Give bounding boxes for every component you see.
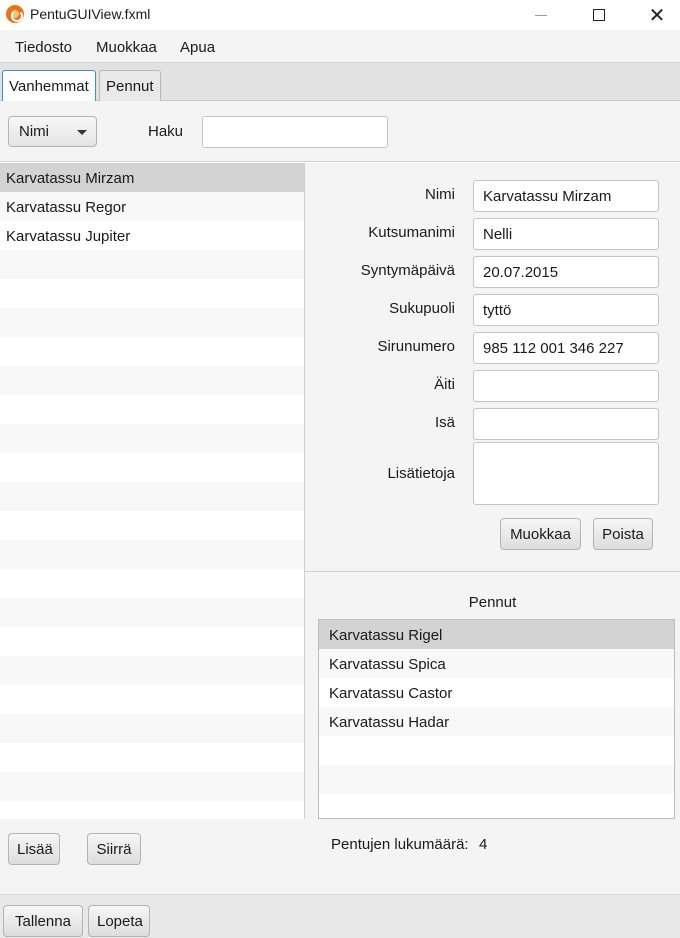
nickname-label: Kutsumanimi	[368, 224, 455, 241]
list-actions: Lisää Siirrä	[0, 819, 305, 894]
bottom-bar: Tallenna Lopeta	[0, 894, 680, 938]
menu-bar: Tiedosto Muokkaa Apua	[0, 30, 680, 63]
gender-label: Sukupuoli	[389, 300, 455, 317]
empty-row	[0, 598, 304, 627]
empty-row	[0, 772, 304, 801]
notes-field[interactable]	[473, 442, 659, 505]
empty-row	[0, 569, 304, 598]
empty-row	[0, 453, 304, 482]
search-field-value: Nimi	[19, 123, 49, 140]
tab-bar: Vanhemmat Pennut	[0, 63, 680, 102]
menu-apua[interactable]: Apua	[180, 39, 215, 56]
chip-number-label: Sirunumero	[377, 338, 455, 355]
list-item[interactable]: Karvatassu Hadar	[319, 707, 674, 736]
list-item[interactable]: Karvatassu Castor	[319, 678, 674, 707]
maximize-icon	[593, 9, 605, 21]
name-label: Nimi	[425, 186, 455, 203]
quit-button[interactable]: Lopeta	[88, 905, 150, 937]
puppies-panel: Pennut Karvatassu Rigel Karvatassu Spica…	[305, 572, 680, 894]
nickname-field[interactable]	[473, 218, 659, 250]
list-item[interactable]: Karvatassu Jupiter	[0, 221, 304, 250]
list-item[interactable]: Karvatassu Spica	[319, 649, 674, 678]
window-title: PentuGUIView.fxml	[30, 6, 151, 22]
empty-row	[0, 714, 304, 743]
puppy-count-value: 4	[479, 836, 488, 853]
empty-row	[0, 627, 304, 656]
name-field[interactable]	[473, 180, 659, 212]
empty-row	[319, 765, 674, 794]
mother-field[interactable]	[473, 370, 659, 402]
puppies-title: Pennut	[468, 594, 517, 611]
puppies-list[interactable]: Karvatassu Rigel Karvatassu Spica Karvat…	[318, 619, 675, 819]
empty-row	[0, 743, 304, 772]
notes-label: Lisätietoja	[387, 465, 455, 482]
detail-form: Nimi Kutsumanimi Syntymäpäivä Sukupuoli …	[305, 163, 680, 572]
empty-row	[0, 395, 304, 424]
menu-muokkaa[interactable]: Muokkaa	[96, 39, 157, 56]
empty-row	[0, 482, 304, 511]
list-item[interactable]: Karvatassu Regor	[0, 192, 304, 221]
list-item[interactable]: Karvatassu Mirzam	[0, 163, 304, 192]
father-field[interactable]	[473, 408, 659, 440]
search-label: Haku	[148, 123, 184, 140]
add-button[interactable]: Lisää	[8, 833, 60, 865]
empty-row	[0, 250, 304, 279]
chevron-down-icon	[77, 130, 87, 135]
empty-row	[0, 337, 304, 366]
parent-list[interactable]: Karvatassu Mirzam Karvatassu Regor Karva…	[0, 163, 304, 819]
close-button[interactable]: ✕	[634, 0, 680, 30]
title-bar: PentuGUIView.fxml ✕	[0, 0, 680, 30]
birthdate-field[interactable]	[473, 256, 659, 288]
move-button[interactable]: Siirrä	[87, 833, 141, 865]
empty-row	[0, 511, 304, 540]
empty-row	[319, 794, 674, 818]
empty-row	[0, 308, 304, 337]
edit-button[interactable]: Muokkaa	[500, 518, 581, 550]
minimize-button[interactable]	[518, 0, 564, 30]
minimize-icon	[535, 14, 547, 16]
empty-row	[0, 656, 304, 685]
tab-pennut[interactable]: Pennut	[99, 70, 161, 101]
chip-number-field[interactable]	[473, 332, 659, 364]
search-field-select[interactable]: Nimi	[8, 116, 97, 147]
empty-row	[0, 685, 304, 714]
father-label: Isä	[434, 414, 455, 431]
search-input[interactable]	[202, 116, 388, 148]
app-icon	[6, 5, 24, 23]
birthdate-label: Syntymäpäivä	[360, 262, 455, 279]
empty-row	[0, 801, 304, 819]
gender-field[interactable]	[473, 294, 659, 326]
menu-tiedosto[interactable]: Tiedosto	[15, 39, 72, 56]
list-item[interactable]: Karvatassu Rigel	[319, 620, 674, 649]
maximize-button[interactable]	[576, 0, 622, 30]
tab-vanhemmat[interactable]: Vanhemmat	[2, 70, 96, 102]
empty-row	[0, 540, 304, 569]
empty-row	[0, 424, 304, 453]
delete-button[interactable]: Poista	[593, 518, 653, 550]
empty-row	[0, 366, 304, 395]
mother-label: Äiti	[434, 376, 455, 393]
search-row: Nimi Haku	[0, 101, 680, 162]
puppy-count-label: Pentujen lukumäärä:	[331, 836, 469, 853]
save-button[interactable]: Tallenna	[3, 905, 83, 937]
empty-row	[319, 736, 674, 765]
empty-row	[0, 279, 304, 308]
close-icon: ✕	[648, 3, 666, 27]
